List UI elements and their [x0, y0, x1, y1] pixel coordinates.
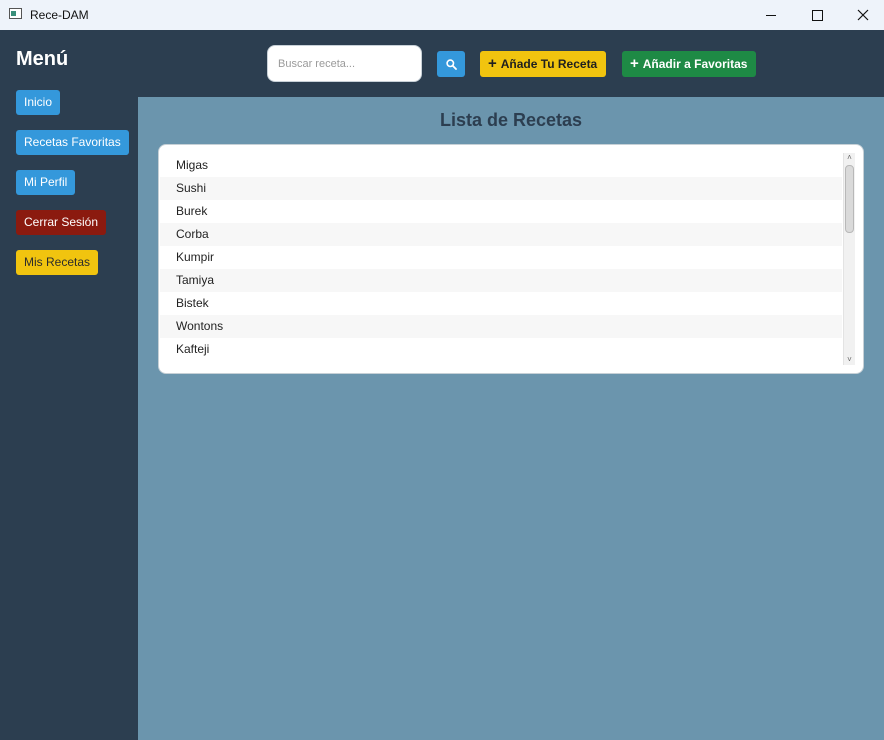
search-input[interactable] [267, 45, 422, 82]
plus-icon: + [630, 55, 639, 72]
list-item[interactable]: Tamiya [160, 269, 842, 292]
chevron-down-icon[interactable]: ˅ [844, 355, 855, 365]
sidebar-item-mi-perfil[interactable]: Mi Perfil [16, 170, 76, 195]
list-item[interactable]: Kumpir [160, 246, 842, 269]
list-item[interactable]: Kafteji [160, 338, 842, 361]
list-item[interactable]: Burek [160, 200, 842, 223]
list-item[interactable]: Sushi [160, 177, 842, 200]
sidebar-item-recetas-favoritas[interactable]: Recetas Favoritas [16, 130, 129, 155]
chevron-up-icon[interactable]: ˄ [844, 153, 855, 163]
maximize-button[interactable] [794, 0, 840, 30]
sidebar-item-cerrar-sesion[interactable]: Cerrar Sesión [16, 210, 107, 235]
close-icon [857, 9, 869, 21]
scrollbar-thumb[interactable] [845, 165, 854, 233]
window-titlebar: Rece-DAM [0, 0, 884, 30]
add-recipe-button[interactable]: + Añade Tu Receta [480, 51, 607, 77]
search-button[interactable] [437, 51, 465, 77]
list-item[interactable]: Migas [160, 154, 842, 177]
plus-icon: + [488, 55, 497, 72]
window-title: Rece-DAM [30, 8, 89, 22]
list-scrollbar[interactable]: ˄ ˅ [843, 153, 855, 365]
list-item[interactable]: Corba [160, 223, 842, 246]
sidebar-title: Menú [16, 48, 69, 70]
close-button[interactable] [840, 0, 884, 30]
app-icon [9, 8, 22, 19]
minimize-icon [766, 14, 776, 16]
maximize-icon [811, 9, 823, 21]
recipe-list[interactable]: Migas Sushi Burek Corba Kumpir Tamiya Bi… [158, 144, 864, 374]
sidebar-item-mis-recetas[interactable]: Mis Recetas [16, 250, 99, 275]
search-icon [445, 58, 457, 70]
add-favorite-button[interactable]: + Añadir a Favoritas [622, 51, 757, 77]
add-favorite-label: Añadir a Favoritas [642, 57, 748, 71]
list-item[interactable]: Wontons [160, 315, 842, 338]
recipe-list-title: Lista de Recetas [439, 110, 583, 130]
minimize-button[interactable] [748, 0, 794, 30]
add-recipe-label: Añade Tu Receta [500, 57, 598, 71]
list-item[interactable]: Bistek [160, 292, 842, 315]
sidebar-item-inicio[interactable]: Inicio [16, 90, 61, 115]
